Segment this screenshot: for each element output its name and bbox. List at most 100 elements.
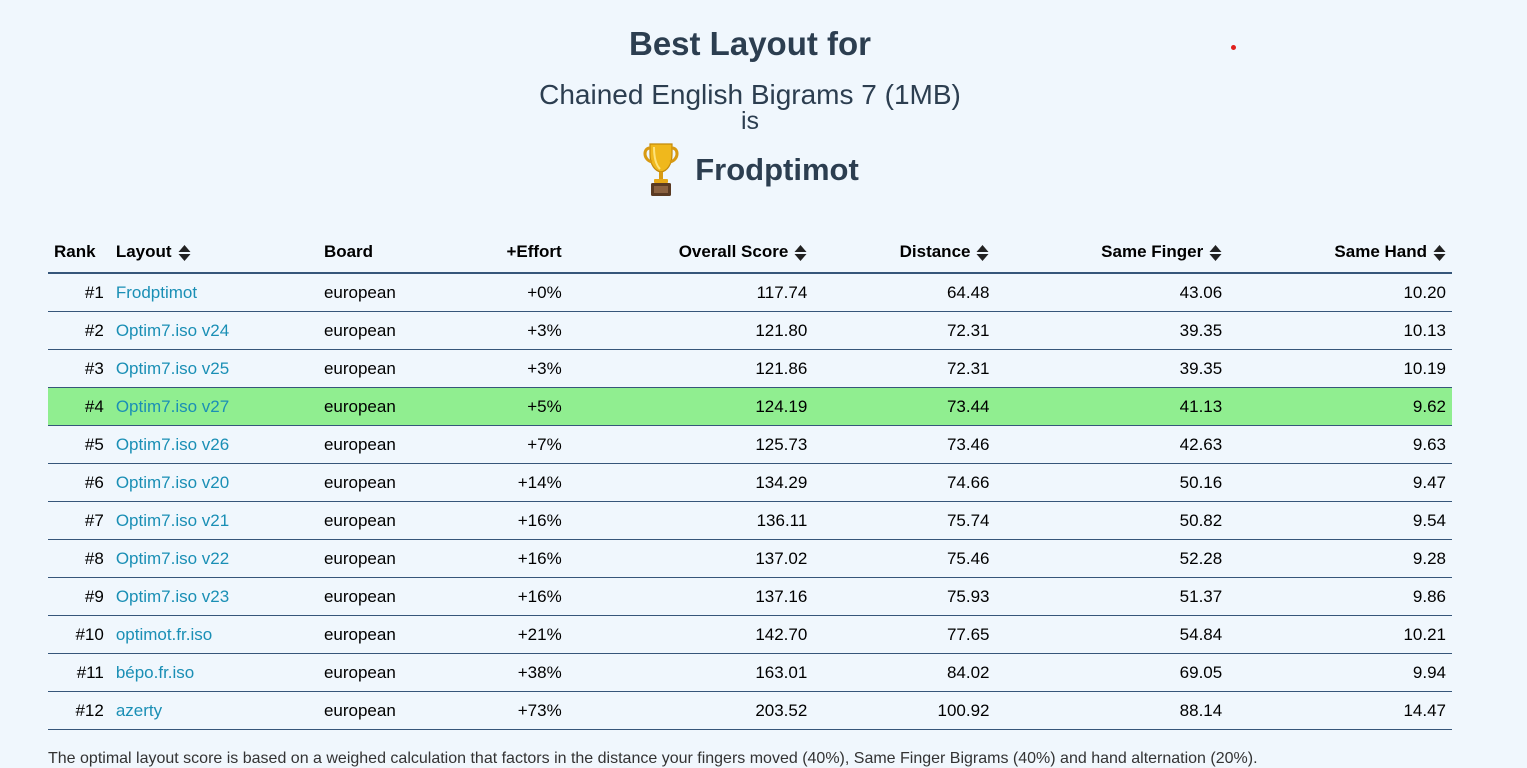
table-row: #9 Optim7.iso v23 european +16% 137.16 75.93 5… [48,577,1452,616]
layout-link[interactable]: Optim7.iso v22 [116,549,229,568]
layout-cell: Optim7.iso v23 [109,577,318,616]
rank-cell: #2 [48,311,110,350]
overall-score-cell: 136.11 [567,501,814,540]
rank-cell: #6 [48,463,110,502]
layout-link[interactable]: Optim7.iso v25 [116,359,229,378]
same-hand-cell: 9.47 [1228,463,1452,502]
column-header-same-hand[interactable]: Same Hand [1228,232,1452,274]
effort-cell: +21% [456,615,568,654]
distance-cell: 100.92 [813,691,996,730]
table-row: #1 Frodptimot european +0% 117.74 64.48 43.06 1… [48,273,1452,312]
column-header-overall-score[interactable]: Overall Score [567,232,814,274]
same-finger-cell: 51.37 [995,577,1229,616]
column-header-same-finger[interactable]: Same Finger [995,232,1229,274]
distance-cell: 74.66 [813,463,996,502]
overall-score-cell: 117.74 [567,273,814,312]
winner-banner: Frodptimot [0,140,1500,200]
board-cell: european [317,273,457,312]
layout-link[interactable]: Optim7.iso v26 [116,435,229,454]
column-header-effort: +Effort [456,232,568,274]
column-header-rank: Rank [48,232,110,274]
layout-link[interactable]: Frodptimot [116,283,197,302]
score-explanation: The optimal layout score is based on a w… [48,750,1258,767]
same-hand-cell: 10.19 [1228,349,1452,388]
rank-cell: #5 [48,425,110,464]
results-table-body: #1 Frodptimot european +0% 117.74 64.48 43.06 1… [48,273,1452,730]
board-cell: european [317,691,457,730]
overall-score-cell: 124.19 [567,387,814,426]
sort-icon[interactable] [178,244,191,262]
table-row: #5 Optim7.iso v26 european +7% 125.73 73.46 42… [48,425,1452,464]
layout-cell: Optim7.iso v20 [109,463,318,502]
rank-cell: #4 [48,387,110,426]
effort-cell: +38% [456,653,568,692]
layout-link[interactable]: Optim7.iso v20 [116,473,229,492]
overall-score-cell: 121.86 [567,349,814,388]
layout-link[interactable]: bépo.fr.iso [116,663,194,682]
rank-cell: #8 [48,539,110,578]
layout-link[interactable]: Optim7.iso v21 [116,511,229,530]
layout-link[interactable]: azerty [116,701,162,720]
table-row: #10 optimot.fr.iso european +21% 142.70 77.65… [48,615,1452,654]
table-row: #12 azerty european +73% 203.52 100.92 88.14 14… [48,691,1452,730]
layout-cell: Optim7.iso v25 [109,349,318,388]
overall-score-cell: 137.16 [567,577,814,616]
layout-cell: Frodptimot [109,273,318,312]
board-cell: european [317,653,457,692]
same-finger-cell: 52.28 [995,539,1229,578]
rank-cell: #9 [48,577,110,616]
sort-icon[interactable] [976,244,989,262]
overall-score-cell: 163.01 [567,653,814,692]
sort-icon[interactable] [1433,244,1446,262]
same-hand-cell: 9.94 [1228,653,1452,692]
same-finger-cell: 41.13 [995,387,1229,426]
board-cell: european [317,501,457,540]
distance-cell: 73.44 [813,387,996,426]
same-finger-cell: 39.35 [995,311,1229,350]
board-cell: european [317,387,457,426]
layout-cell: bépo.fr.iso [109,653,318,692]
rank-cell: #11 [48,653,110,692]
table-row: #11 bépo.fr.iso european +38% 163.01 84.02 69.… [48,653,1452,692]
same-finger-cell: 43.06 [995,273,1229,312]
same-hand-cell: 10.21 [1228,615,1452,654]
same-hand-cell: 9.86 [1228,577,1452,616]
table-row: #4 Optim7.iso v27 european +5% 124.19 73.44 41… [48,387,1452,426]
overall-score-cell: 125.73 [567,425,814,464]
layout-link[interactable]: Optim7.iso v23 [116,587,229,606]
layout-cell: Optim7.iso v26 [109,425,318,464]
same-finger-cell: 69.05 [995,653,1229,692]
layout-cell: Optim7.iso v24 [109,311,318,350]
results-table: Rank Layout Board +Effort Overall Score … [48,232,1452,730]
effort-cell: +73% [456,691,568,730]
column-header-layout[interactable]: Layout [109,232,318,274]
layout-link[interactable]: Optim7.iso v24 [116,321,229,340]
red-dot-marker [1231,45,1236,50]
distance-cell: 64.48 [813,273,996,312]
table-row: #3 Optim7.iso v25 european +3% 121.86 72.31 39… [48,349,1452,388]
column-header-distance[interactable]: Distance [813,232,996,274]
board-cell: european [317,425,457,464]
rank-cell: #12 [48,691,110,730]
winner-layout-name: Frodptimot [695,152,859,187]
layout-link[interactable]: optimot.fr.iso [116,625,212,644]
page-title: Best Layout for [628,25,872,62]
same-hand-cell: 9.63 [1228,425,1452,464]
column-header-board: Board [317,232,457,274]
rank-cell: #7 [48,501,110,540]
sort-icon[interactable] [1209,244,1222,262]
trophy-icon [643,143,679,196]
layout-link[interactable]: Optim7.iso v27 [116,397,229,416]
same-finger-cell: 54.84 [995,615,1229,654]
same-hand-cell: 10.13 [1228,311,1452,350]
distance-cell: 73.46 [813,425,996,464]
rank-cell: #1 [48,273,110,312]
sort-icon[interactable] [794,244,807,262]
distance-cell: 72.31 [813,349,996,388]
board-cell: european [317,349,457,388]
table-row: #7 Optim7.iso v21 european +16% 136.11 75.74 5… [48,501,1452,540]
layout-cell: azerty [109,691,318,730]
rank-cell: #10 [48,615,110,654]
same-finger-cell: 88.14 [995,691,1229,730]
distance-cell: 72.31 [813,311,996,350]
